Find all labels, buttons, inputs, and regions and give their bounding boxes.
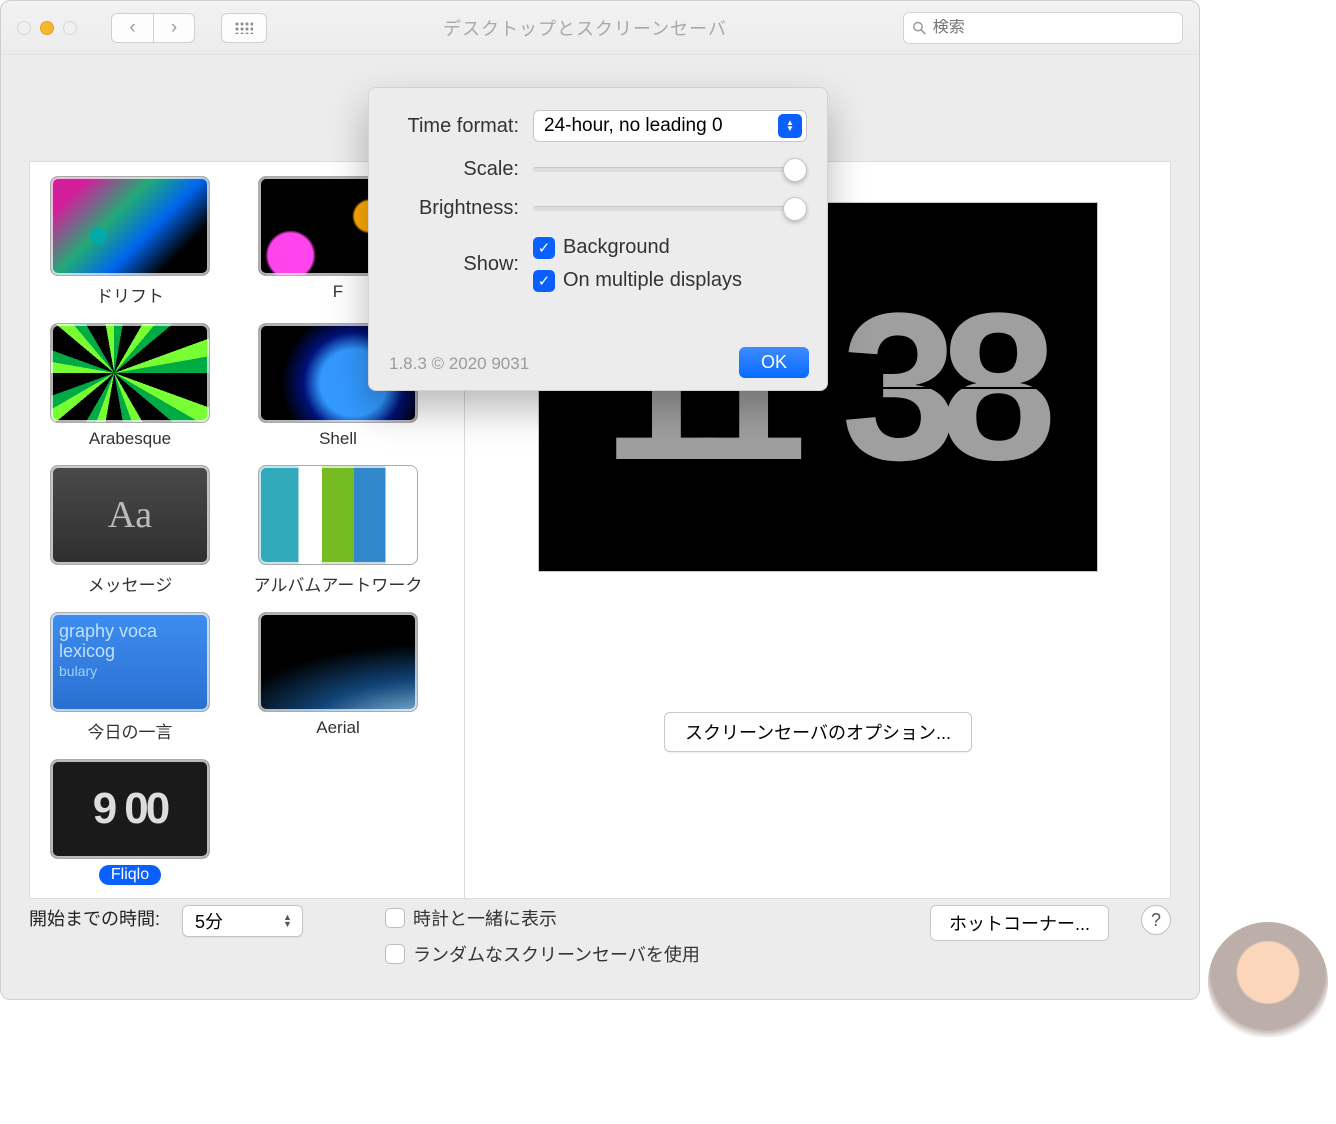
window-title: デスクトップとスクリーンセーバ [281,15,889,41]
ok-button[interactable]: OK [739,347,809,378]
saver-drift[interactable]: ドリフト [40,176,220,307]
chevron-right-icon: › [171,17,177,39]
forward-button[interactable]: › [153,13,195,43]
stepper-icon: ▲▼ [283,914,292,928]
checkmark-icon: ✓ [533,270,555,292]
brightness-label: Brightness: [389,197,519,220]
start-after-label: 開始までの時間: [29,905,160,931]
slider-knob-icon[interactable] [783,197,807,221]
saver-message[interactable]: Aa メッセージ [40,465,220,596]
start-after-value: 5分 [195,908,223,934]
search-field[interactable] [903,12,1183,44]
bottom-controls: 開始までの時間: 5分 ▲▼ 時計と一緒に表示 ランダムなスクリーンセーバを使用… [29,899,1171,977]
saver-label: F [333,282,343,302]
hot-corners-button[interactable]: ホットコーナー... [930,905,1109,941]
checkbox-icon [385,908,405,928]
titlebar: ‹ › デスクトップとスクリーンセーバ [1,1,1199,55]
saver-label: Arabesque [89,429,171,449]
random-saver-checkbox[interactable]: ランダムなスクリーンセーバを使用 [385,941,700,967]
screensaver-options-button[interactable]: スクリーンセーバのオプション... [664,712,972,752]
saver-label: 今日の一言 [88,718,173,743]
show-multiple-displays-checkbox[interactable]: ✓On multiple displays [533,269,742,292]
saver-label-selected: Fliqlo [99,865,161,885]
thumbnail: 900 [50,759,210,859]
saver-fliqlo[interactable]: 900 Fliqlo [40,759,220,885]
scale-slider[interactable] [533,159,807,181]
preview-minute: 38 [830,247,1050,527]
checkbox-icon [385,944,405,964]
thumbnail [50,176,210,276]
version-text: 1.8.3 © 2020 9031 [389,354,529,374]
saver-label: ドリフト [96,282,164,307]
close-window-icon[interactable] [17,21,31,35]
saver-label: メッセージ [88,571,173,596]
show-all-button[interactable] [221,13,267,43]
fliqlo-options-popover: Time format: 24-hour, no leading 0 ▲▼ Sc… [368,87,828,391]
show-clock-checkbox[interactable]: 時計と一緒に表示 [385,905,700,931]
scale-label: Scale: [389,158,519,181]
preferences-window: ‹ › デスクトップとスクリーンセーバ ドリフト F Arabesque She… [0,0,1200,1000]
search-icon [912,20,927,36]
thumbnail [50,323,210,423]
show-background-checkbox[interactable]: ✓Background [533,236,742,259]
saver-word-of-day[interactable]: graphy voca lexicogbulary 今日の一言 [40,612,220,743]
help-button[interactable]: ? [1141,905,1171,935]
thumbnail: Aa [50,465,210,565]
time-format-label: Time format: [389,115,519,138]
start-after-select[interactable]: 5分 ▲▼ [182,905,303,937]
saver-label: Aerial [316,718,359,738]
dropdown-arrows-icon: ▲▼ [778,114,802,138]
time-format-value: 24-hour, no leading 0 [544,115,723,137]
saver-aerial[interactable]: Aerial [248,612,428,743]
nav-buttons: ‹ › [111,13,195,43]
search-input[interactable] [933,19,1174,37]
back-button[interactable]: ‹ [111,13,153,43]
chevron-left-icon: ‹ [129,17,135,39]
thumbnail: graphy voca lexicogbulary [50,612,210,712]
show-label: Show: [389,253,519,276]
saver-arabesque[interactable]: Arabesque [40,323,220,449]
checkmark-icon: ✓ [533,237,555,259]
brightness-slider[interactable] [533,198,807,220]
time-format-select[interactable]: 24-hour, no leading 0 ▲▼ [533,110,807,142]
saver-label: アルバムアートワーク [254,571,423,596]
grid-icon [235,22,253,34]
slider-knob-icon[interactable] [783,158,807,182]
traffic-lights [17,21,77,35]
saver-album-artwork[interactable]: アルバムアートワーク [248,465,428,596]
minimize-window-icon[interactable] [40,21,54,35]
saver-label: Shell [319,429,357,449]
maximize-window-icon[interactable] [63,21,77,35]
thumbnail [258,612,418,712]
watermark-icon [1208,922,1328,1042]
thumbnail [258,465,418,565]
